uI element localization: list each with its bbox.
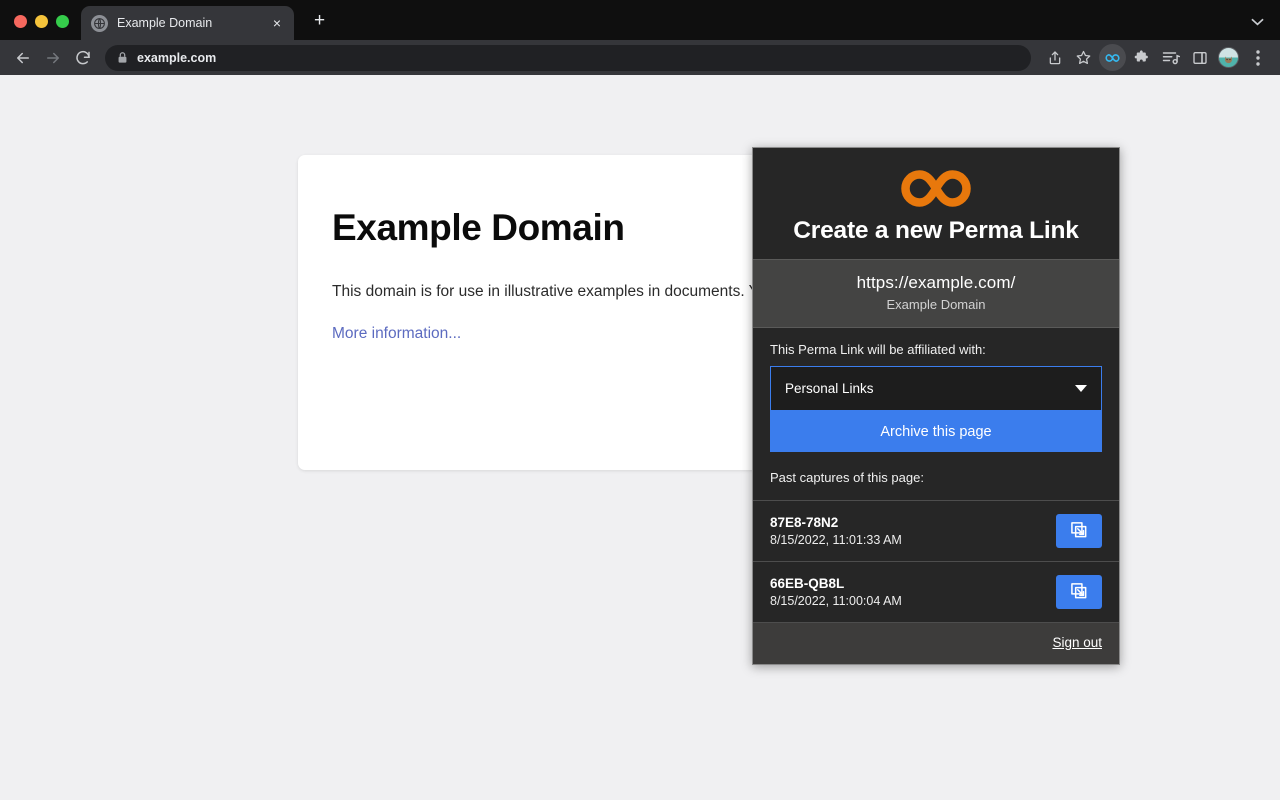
capture-row[interactable]: 66EB-QB8L 8/15/2022, 11:00:04 AM xyxy=(753,561,1119,622)
close-window-button[interactable] xyxy=(14,15,27,28)
bookmark-star-icon[interactable] xyxy=(1070,44,1097,71)
popup-url: https://example.com/ xyxy=(763,273,1109,293)
zoom-window-button[interactable] xyxy=(56,15,69,28)
popup-page-title: Example Domain xyxy=(763,297,1109,312)
capture-info: 87E8-78N2 8/15/2022, 11:01:33 AM xyxy=(770,515,902,547)
tab-title: Example Domain xyxy=(117,16,261,30)
sign-out-link[interactable]: Sign out xyxy=(1052,635,1102,650)
chevron-down-icon[interactable] xyxy=(1251,15,1264,29)
popup-url-band: https://example.com/ Example Domain xyxy=(753,259,1119,328)
back-button[interactable] xyxy=(9,44,37,72)
new-tab-button[interactable]: + xyxy=(308,9,331,32)
capture-info: 66EB-QB8L 8/15/2022, 11:00:04 AM xyxy=(770,576,902,608)
affiliation-section: This Perma Link will be affiliated with:… xyxy=(753,328,1119,470)
perma-infinity-icon[interactable] xyxy=(1099,44,1126,71)
capture-date: 8/15/2022, 11:00:04 AM xyxy=(770,594,902,608)
perma-infinity-logo xyxy=(763,166,1109,211)
window-traffic-lights xyxy=(0,15,81,40)
capture-id: 87E8-78N2 xyxy=(770,515,902,530)
side-panel-icon[interactable] xyxy=(1186,44,1213,71)
capture-id: 66EB-QB8L xyxy=(770,576,902,591)
forward-button[interactable] xyxy=(39,44,67,72)
browser-menu-icon[interactable] xyxy=(1244,44,1271,71)
popup-title: Create a new Perma Link xyxy=(763,217,1109,245)
affiliation-select-value: Personal Links xyxy=(785,381,874,396)
avatar[interactable] xyxy=(1215,44,1242,71)
past-captures-label: Past captures of this page: xyxy=(753,470,1119,500)
capture-date: 8/15/2022, 11:01:33 AM xyxy=(770,533,902,547)
minimize-window-button[interactable] xyxy=(35,15,48,28)
copy-link-icon xyxy=(1069,581,1089,604)
affiliation-select[interactable]: Personal Links xyxy=(770,366,1102,411)
globe-icon xyxy=(91,15,108,32)
browser-toolbar: example.com xyxy=(0,40,1280,75)
address-bar-url: example.com xyxy=(137,51,216,65)
close-icon[interactable]: × xyxy=(270,14,284,32)
copy-link-icon xyxy=(1069,520,1089,543)
chevron-down-icon xyxy=(1075,385,1087,392)
affiliation-label: This Perma Link will be affiliated with: xyxy=(770,342,1102,357)
reload-button[interactable] xyxy=(69,44,97,72)
browser-window: Example Domain × + xyxy=(0,0,1280,800)
avatar-icon xyxy=(1218,47,1239,68)
browser-tab[interactable]: Example Domain × xyxy=(81,6,294,40)
popup-header: Create a new Perma Link xyxy=(753,148,1119,259)
reading-list-icon[interactable] xyxy=(1157,44,1184,71)
popup-footer: Sign out xyxy=(753,622,1119,664)
address-bar[interactable]: example.com xyxy=(105,45,1031,71)
extensions-puzzle-icon[interactable] xyxy=(1128,44,1155,71)
lock-icon xyxy=(117,51,128,64)
share-icon[interactable] xyxy=(1041,44,1068,71)
archive-this-page-button[interactable]: Archive this page xyxy=(770,411,1102,452)
tab-strip: Example Domain × + xyxy=(0,0,1280,40)
copy-link-button[interactable] xyxy=(1056,514,1102,548)
more-information-link[interactable]: More information... xyxy=(332,325,461,342)
capture-row[interactable]: 87E8-78N2 8/15/2022, 11:01:33 AM xyxy=(753,500,1119,561)
copy-link-button[interactable] xyxy=(1056,575,1102,609)
perma-extension-popup: Create a new Perma Link https://example.… xyxy=(752,147,1120,665)
page-viewport: Example Domain This domain is for use in… xyxy=(0,75,1280,800)
